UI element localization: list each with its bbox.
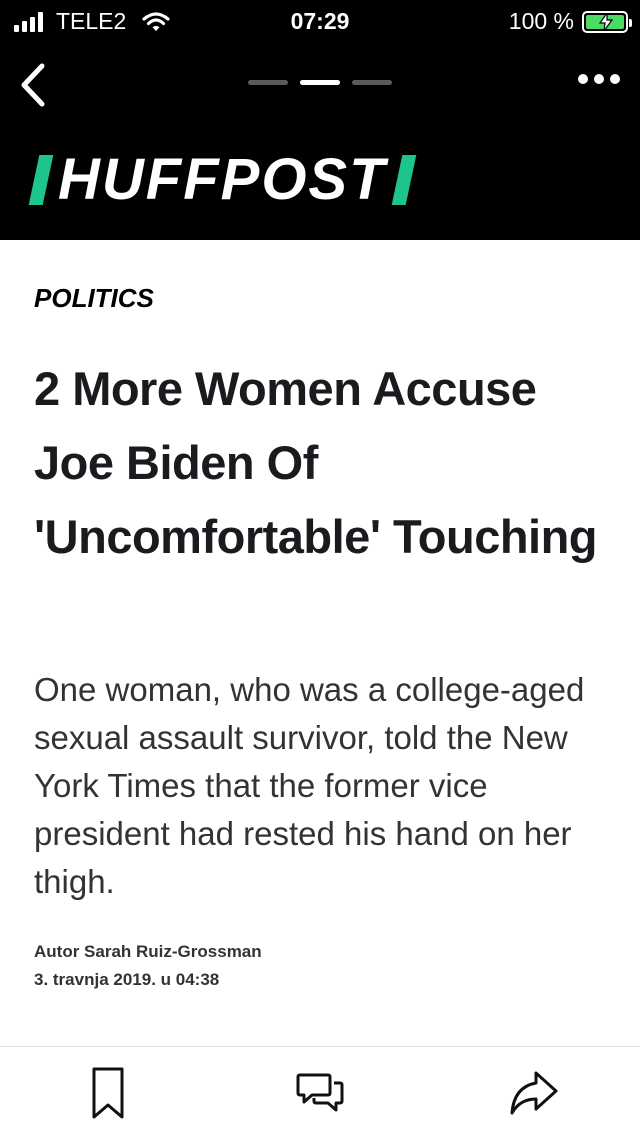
share-button[interactable]	[508, 1065, 560, 1121]
page-indicator-dot-active	[300, 80, 340, 85]
battery-percentage: 100 %	[508, 8, 574, 34]
back-button[interactable]	[14, 60, 54, 110]
article-meta: Autor Sarah Ruiz-Grossman 3. travnja 201…	[34, 938, 262, 994]
huffpost-logo: HUFFPOST	[28, 147, 416, 212]
status-bar: TELE2 07:29 100 %	[0, 0, 640, 40]
page-indicator	[248, 80, 404, 85]
more-dot	[610, 74, 620, 84]
chevron-left-icon	[21, 63, 45, 107]
article-headline: 2 More Women Accuse Joe Biden Of 'Uncomf…	[34, 362, 598, 563]
article-dek: One woman, who was a college-aged sexual…	[34, 671, 585, 900]
section-label[interactable]: POLITICS	[34, 283, 154, 314]
author-byline[interactable]: Autor Sarah Ruiz-Grossman	[34, 938, 262, 966]
charging-bolt-icon	[598, 12, 614, 31]
more-dot	[594, 74, 604, 84]
comments-button[interactable]	[294, 1065, 346, 1121]
bookmark-icon	[92, 1067, 124, 1119]
status-right: 100 %	[508, 8, 632, 35]
battery-icon	[582, 10, 632, 33]
bookmark-button[interactable]	[82, 1065, 134, 1121]
page-indicator-dot	[248, 80, 288, 85]
page-indicator-dot	[352, 80, 392, 85]
bottom-toolbar	[0, 1046, 640, 1136]
more-dot	[578, 74, 588, 84]
logo-text: HUFFPOST	[58, 147, 387, 212]
more-options-button[interactable]	[572, 74, 620, 84]
publish-date: 3. travnja 2019. u 04:38	[34, 970, 220, 989]
comments-icon	[296, 1073, 344, 1112]
share-icon	[510, 1071, 558, 1115]
